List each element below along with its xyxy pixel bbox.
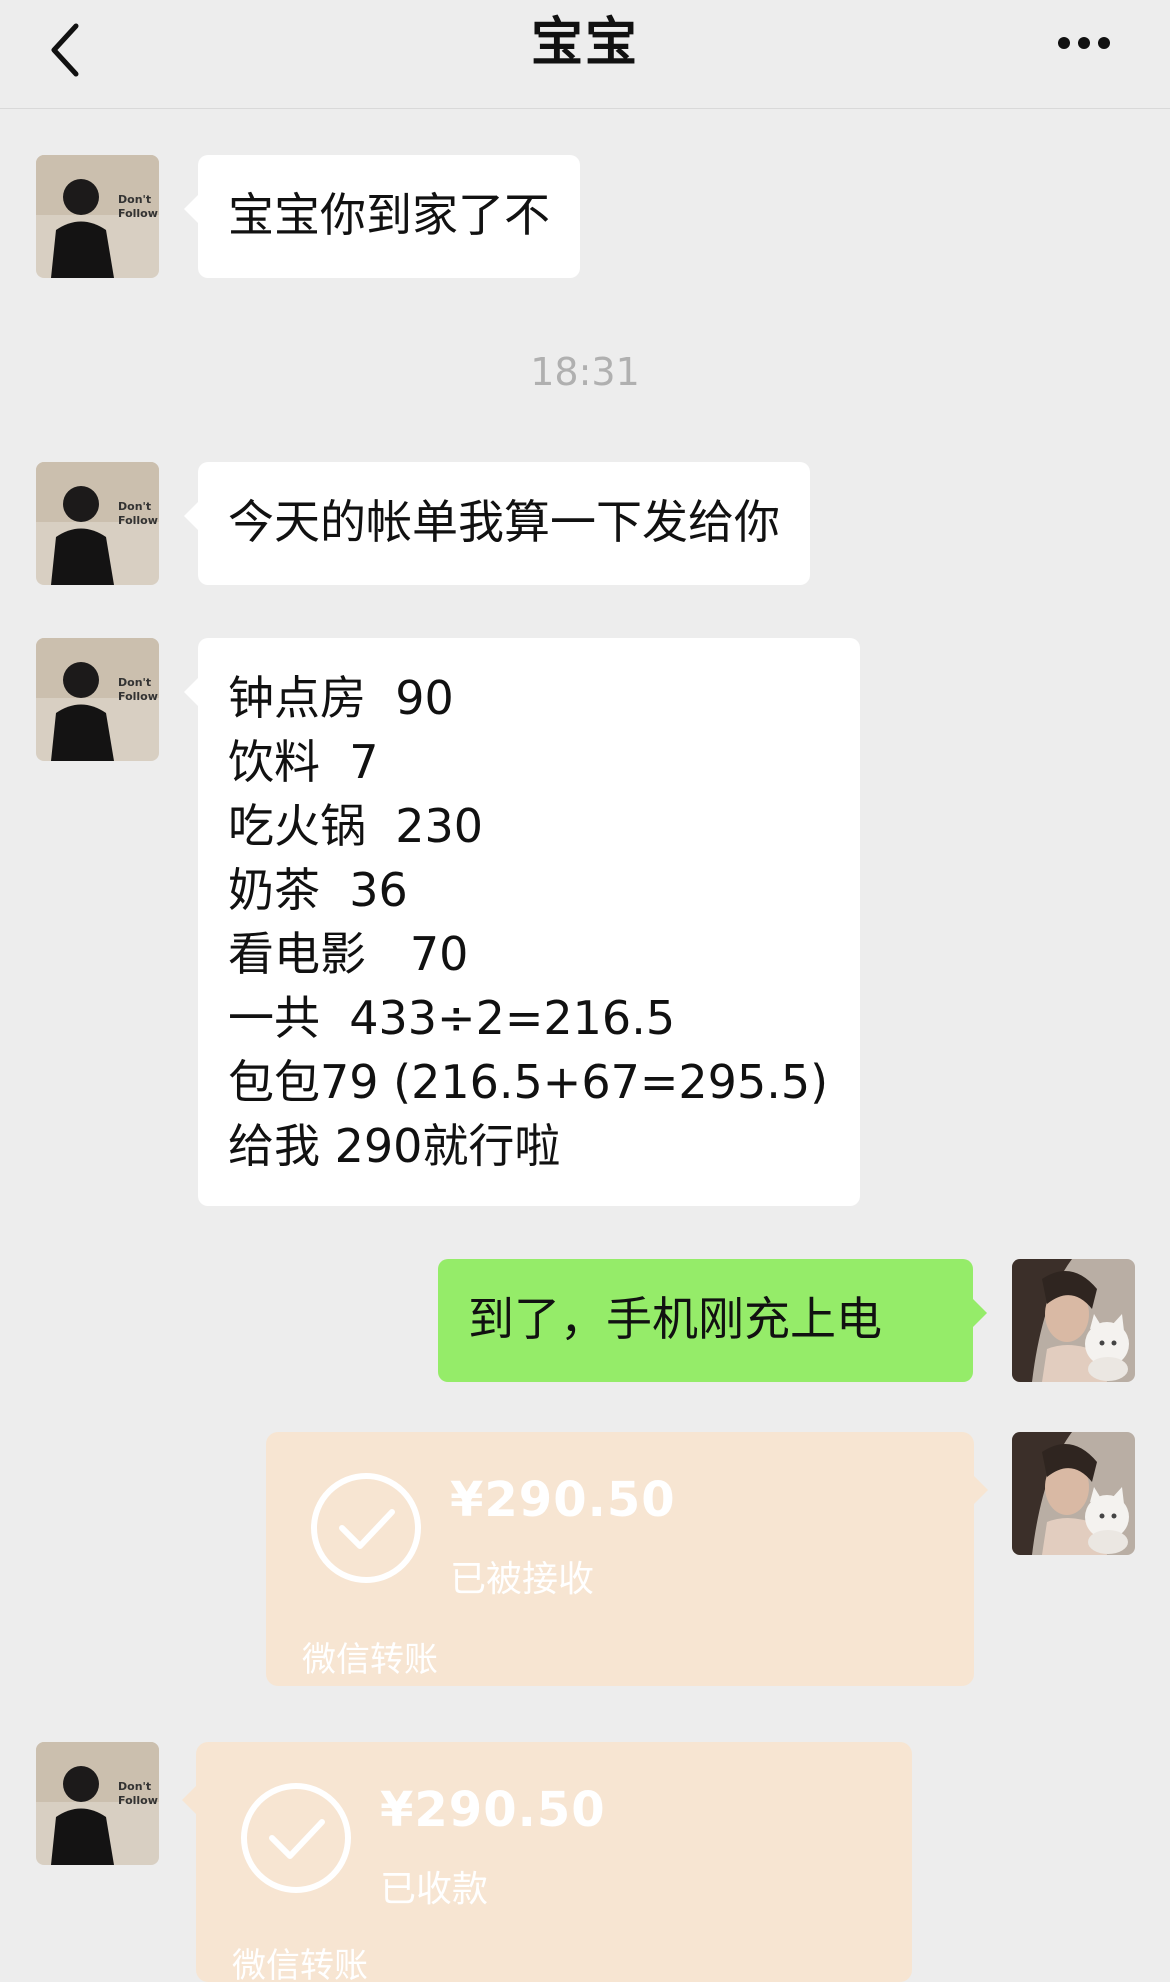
- bill-line: 饮料 7: [228, 735, 379, 789]
- contact-avatar[interactable]: Don't Follow: [36, 1742, 159, 1865]
- message-text: 到了，手机刚充上电: [468, 1292, 882, 1346]
- message-bubble[interactable]: 宝宝你到家了不: [184, 155, 580, 278]
- my-avatar[interactable]: [1012, 1432, 1135, 1555]
- transfer-status: 已收款: [380, 1869, 489, 1910]
- svg-text:Follow: Follow: [118, 207, 158, 220]
- contact-avatar[interactable]: Don't Follow: [36, 638, 159, 761]
- svg-text:Don't: Don't: [118, 676, 151, 689]
- svg-text:Don't: Don't: [118, 1780, 151, 1793]
- transfer-card-received[interactable]: ¥290.50 已收款 微信转账: [196, 1742, 912, 1982]
- bill-line: 一共 433÷2=216.5: [228, 991, 676, 1045]
- bill-line: 钟点房 90: [228, 671, 454, 725]
- contact-avatar[interactable]: Don't Follow: [36, 155, 159, 278]
- contact-avatar[interactable]: Don't Follow: [36, 462, 159, 585]
- bill-line: 看电影 70: [228, 927, 469, 981]
- chat-header: 宝宝: [0, 0, 1170, 109]
- transfer-label: 微信转账: [232, 1946, 368, 1982]
- svg-text:Follow: Follow: [118, 690, 158, 703]
- message-bubble-bill[interactable]: 钟点房 90 饮料 7 吃火锅 230 奶茶 36 看电影 70 一共 433÷…: [184, 638, 860, 1206]
- person-avatar-icon: Don't Follow: [36, 462, 159, 585]
- person-avatar-icon: Don't Follow: [36, 155, 159, 278]
- woman-with-cat-avatar-icon: [1012, 1259, 1135, 1382]
- transfer-amount: ¥290.50: [380, 1782, 606, 1838]
- person-avatar-icon: Don't Follow: [36, 638, 159, 761]
- svg-text:Don't: Don't: [118, 500, 151, 513]
- more-dots-icon: [1058, 37, 1110, 49]
- message-text: 宝宝你到家了不: [228, 188, 550, 242]
- bubble-tail: [182, 1786, 196, 1814]
- my-avatar[interactable]: [1012, 1259, 1135, 1382]
- more-button[interactable]: [1050, 18, 1130, 68]
- bill-line: 给我 290就行啦: [228, 1119, 561, 1173]
- message-bubble[interactable]: 今天的帐单我算一下发给你: [184, 462, 810, 585]
- message-bubble-mine[interactable]: 到了，手机刚充上电: [438, 1259, 987, 1382]
- message-text: 今天的帐单我算一下发给你: [228, 495, 780, 549]
- chat-title: 宝宝: [530, 13, 639, 73]
- bill-line: 包包79 (216.5+67=295.5): [228, 1055, 829, 1109]
- transfer-label: 微信转账: [302, 1640, 438, 1680]
- svg-text:Don't: Don't: [118, 193, 151, 206]
- transfer-card-sent[interactable]: ¥290.50 已被接收 微信转账: [266, 1432, 974, 1686]
- svg-text:Follow: Follow: [118, 1794, 158, 1807]
- bill-line: 奶茶 36: [228, 863, 408, 917]
- transfer-status: 已被接收: [450, 1559, 595, 1600]
- bubble-tail: [974, 1476, 988, 1504]
- svg-text:Follow: Follow: [118, 514, 158, 527]
- check-circle-icon: [311, 1473, 421, 1583]
- transfer-amount: ¥290.50: [450, 1472, 676, 1528]
- person-avatar-icon: Don't Follow: [36, 1742, 159, 1865]
- check-circle-icon: [241, 1783, 351, 1893]
- woman-with-cat-avatar-icon: [1012, 1432, 1135, 1555]
- message-timestamp: 18:31: [530, 350, 640, 394]
- bill-line: 吃火锅 230: [228, 799, 484, 853]
